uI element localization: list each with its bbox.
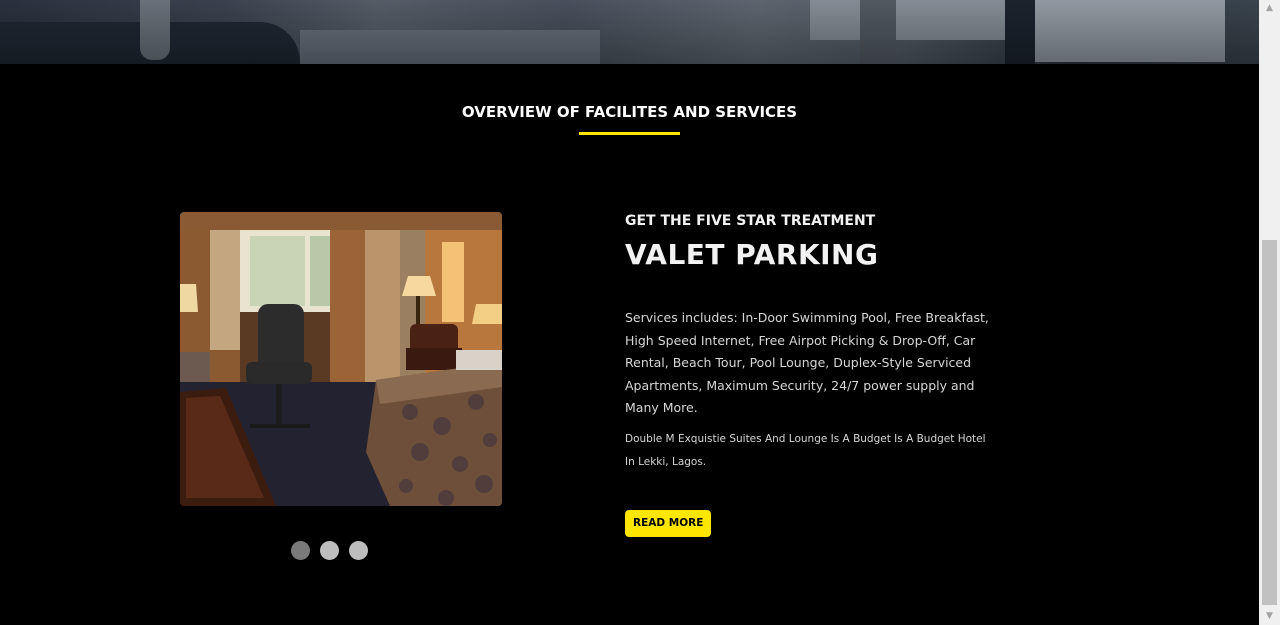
slide-image <box>180 212 502 506</box>
vertical-scrollbar[interactable]: ▲ ▼ <box>1259 0 1280 625</box>
read-more-button[interactable]: READ MORE <box>625 510 712 537</box>
section-title: OVERVIEW OF FACILITES AND SERVICES <box>461 103 798 121</box>
title-underline <box>579 132 680 135</box>
carousel-dot-1[interactable] <box>291 541 310 560</box>
slide-subtitle: GET THE FIVE STAR TREATMENT <box>625 213 876 229</box>
carousel-dots <box>291 541 368 560</box>
slide-headline: VALET PARKING <box>625 238 879 271</box>
page: OVERVIEW OF FACILITES AND SERVICES GET T… <box>0 0 1280 625</box>
services-description: Services includes: In-Door Swimming Pool… <box>625 310 989 415</box>
chevron-down-icon[interactable]: ▼ <box>1259 608 1280 625</box>
hotel-tagline: Double M Exquistie Suites And Lounge Is … <box>625 433 986 468</box>
hotel-room-photo <box>180 212 502 506</box>
chevron-up-icon[interactable]: ▲ <box>1259 0 1280 17</box>
hero-image-strip <box>0 0 1259 64</box>
carousel-dot-2[interactable] <box>320 541 339 560</box>
carousel-dot-3[interactable] <box>349 541 368 560</box>
scrollbar-thumb[interactable] <box>1262 240 1277 605</box>
